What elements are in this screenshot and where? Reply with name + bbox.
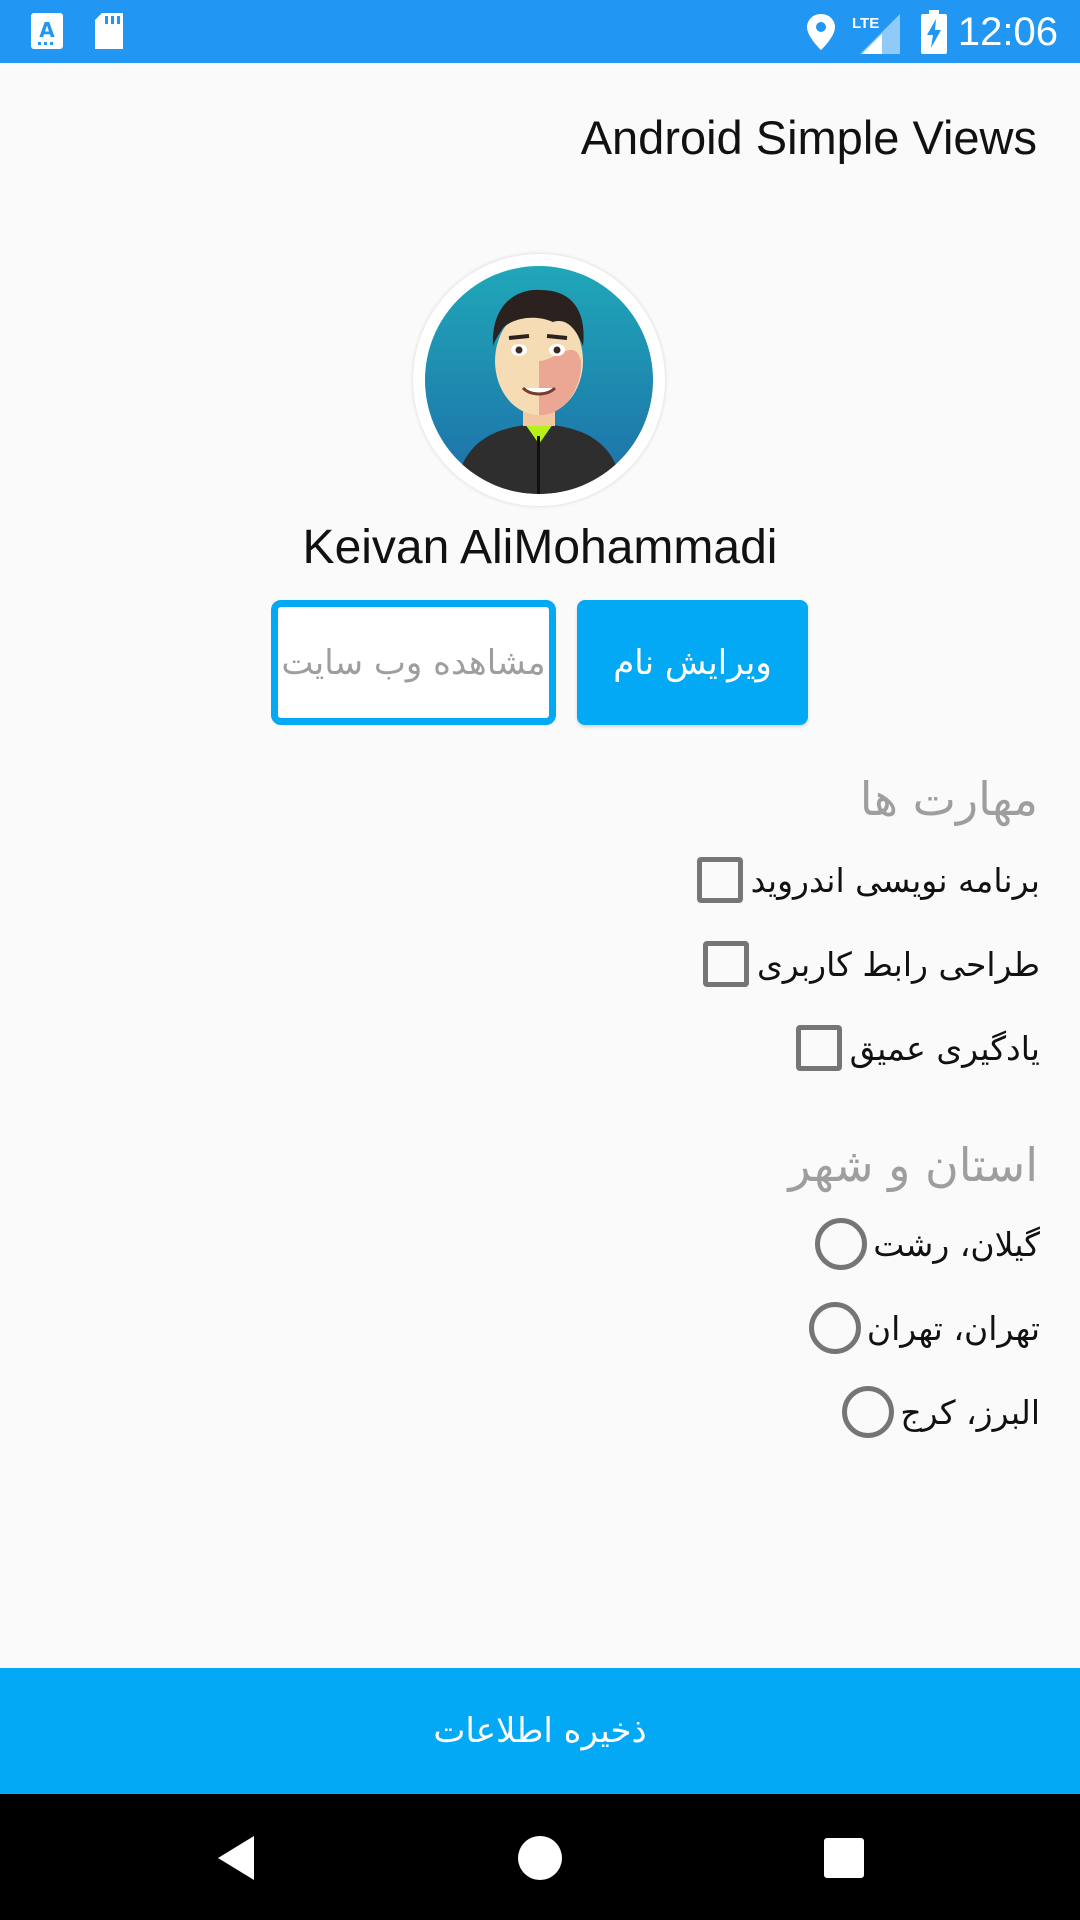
recents-icon[interactable] <box>816 1830 872 1886</box>
skill-label: طراحی رابط کاربری <box>756 944 1040 984</box>
location-label: البرز، کرج <box>900 1392 1040 1432</box>
back-icon[interactable] <box>208 1830 264 1886</box>
status-bar: A LTE 12:06 <box>0 0 1080 63</box>
radio-circle[interactable] <box>808 1302 861 1354</box>
view-website-button[interactable]: مشاهده وب سایت <box>271 600 556 725</box>
skills-title: مهارت ها <box>859 772 1038 826</box>
radio-circle[interactable] <box>842 1386 895 1438</box>
profile-name: Keivan AliMohammadi <box>302 521 778 574</box>
save-button[interactable]: ذخیره اطلاعات <box>0 1668 1080 1794</box>
svg-text:A: A <box>39 18 55 42</box>
skill-label: یادگیری عمیق <box>849 1028 1040 1068</box>
location-title: استان و شهر <box>788 1138 1038 1192</box>
location-icon <box>807 14 835 50</box>
location-radio-tehran[interactable]: تهران، تهران <box>791 1288 1040 1368</box>
avatar-image <box>425 266 653 494</box>
edit-name-button[interactable]: ویرایش نام <box>577 600 808 725</box>
status-time: 12:06 <box>957 10 1058 54</box>
battery-charging-icon <box>921 10 947 54</box>
avatar[interactable] <box>413 254 665 506</box>
checkbox-box[interactable] <box>702 941 749 987</box>
sd-card-icon <box>95 13 123 49</box>
checkbox-box[interactable] <box>795 1025 842 1071</box>
location-label: گیلان، رشت <box>873 1224 1040 1264</box>
skill-checkbox-ui-design[interactable]: طراحی رابط کاربری <box>683 924 1040 1004</box>
svg-text:LTE: LTE <box>852 15 879 32</box>
location-radio-gilan-rasht[interactable]: گیلان، رشت <box>797 1204 1040 1284</box>
skill-label: برنامه نویسی اندروید <box>750 860 1040 900</box>
location-radio-alborz-karaj[interactable]: البرز، کرج <box>824 1372 1040 1452</box>
navigation-bar <box>0 1794 1080 1920</box>
radio-circle[interactable] <box>815 1218 868 1270</box>
checkbox-box[interactable] <box>696 857 743 903</box>
signal-icon: LTE <box>852 14 900 54</box>
app-title: Android Simple Views <box>580 111 1037 164</box>
app-a-icon: A <box>31 13 63 49</box>
skill-checkbox-android[interactable]: برنامه نویسی اندروید <box>677 840 1040 920</box>
skill-checkbox-deep-learning[interactable]: یادگیری عمیق <box>776 1008 1040 1088</box>
location-label: تهران، تهران <box>866 1308 1040 1348</box>
home-icon[interactable] <box>512 1830 568 1886</box>
